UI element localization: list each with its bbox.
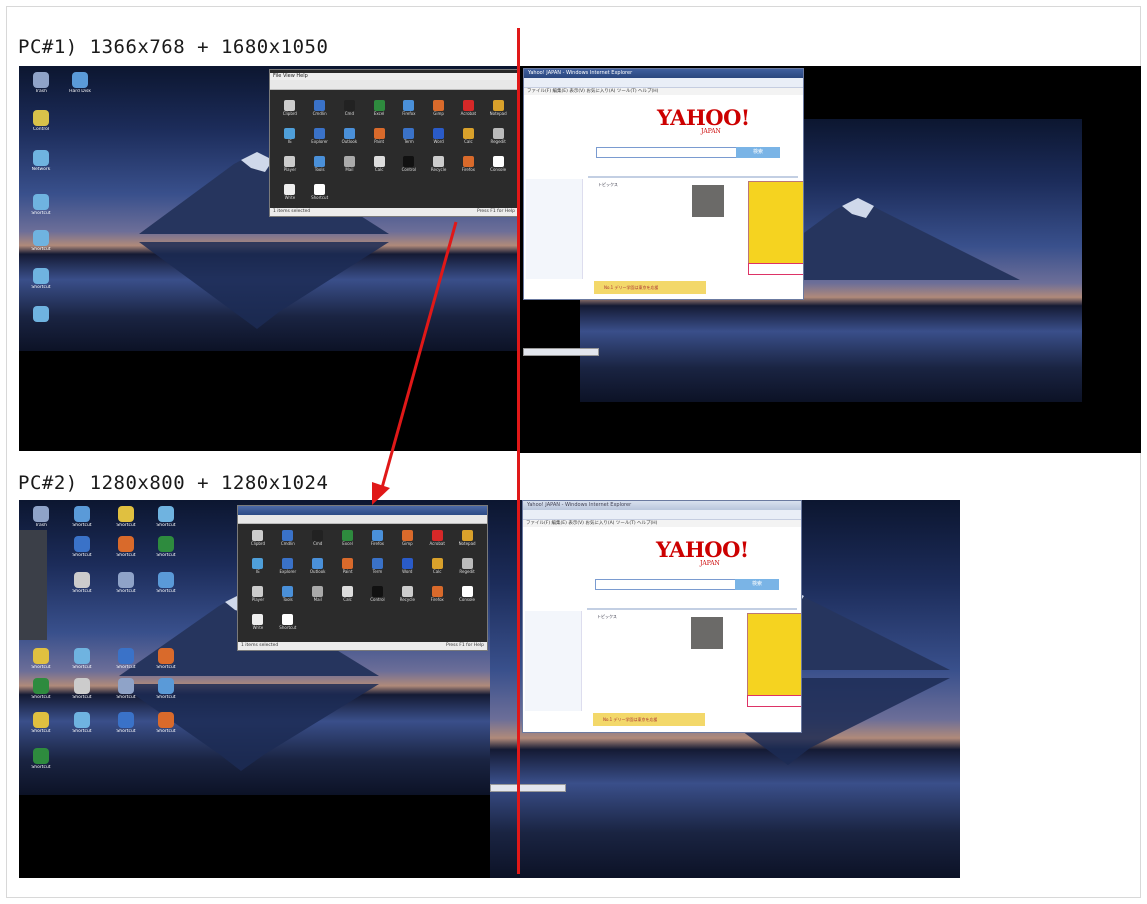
- arrow-shaft: [378, 221, 458, 496]
- move-arrow: [372, 221, 458, 505]
- arrow-head: [372, 482, 390, 505]
